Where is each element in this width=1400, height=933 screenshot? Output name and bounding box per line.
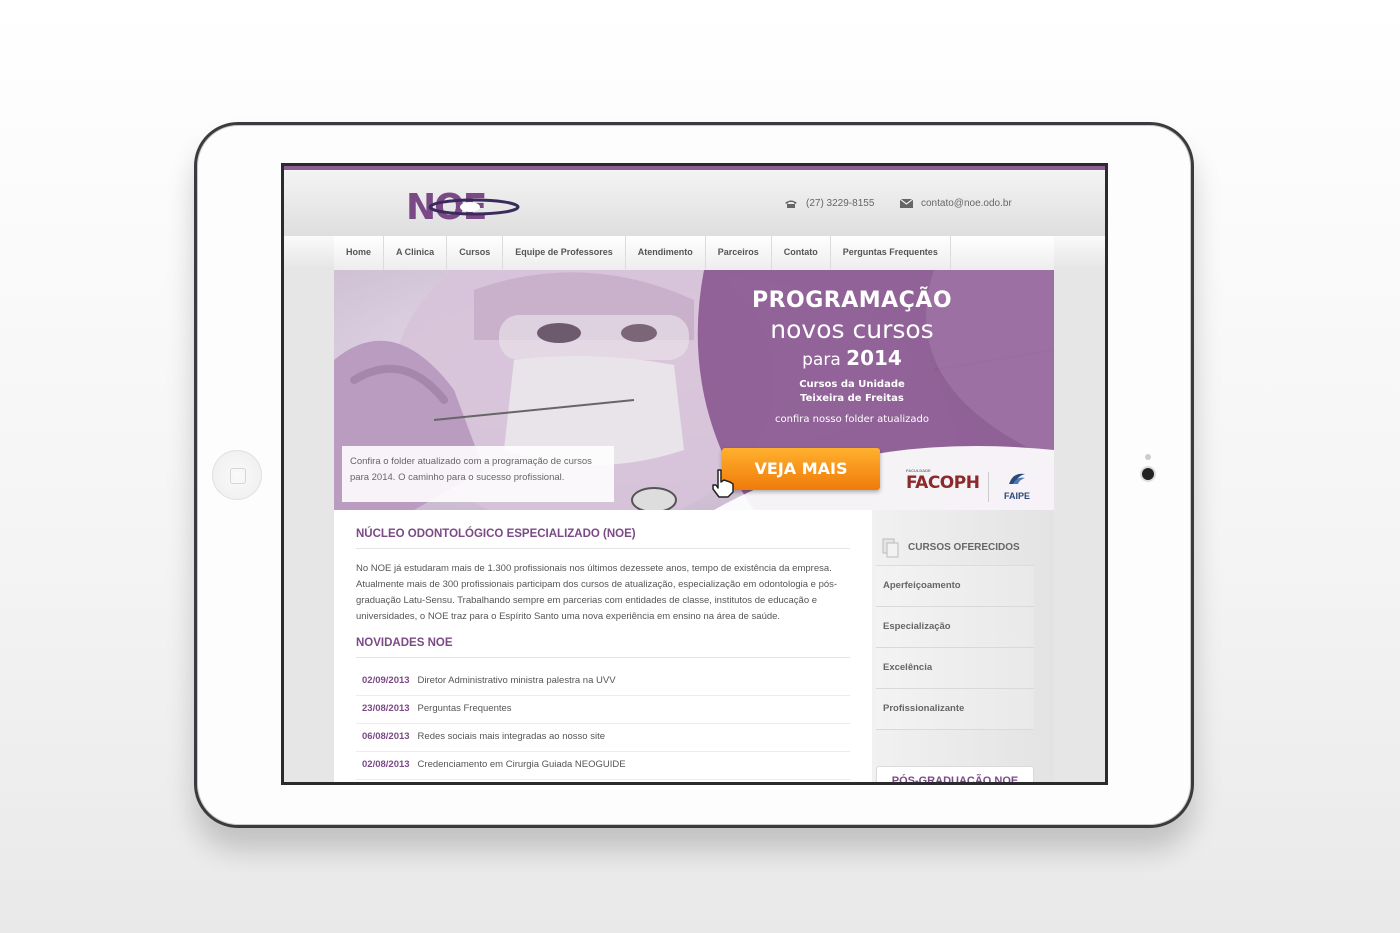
- news-list: 02/09/2013 Diretor Administrativo minist…: [356, 668, 850, 780]
- camera-icon: [1142, 468, 1154, 480]
- pos-graduacao-box[interactable]: PÓS-GRADUAÇÃO NOE: [876, 766, 1034, 782]
- promo-unit-line1: Cursos da Unidade: [799, 379, 905, 390]
- screen: NOE (27) 3229-8155 contato@noe.odo.br Ho…: [281, 163, 1108, 785]
- sidebar-column: CURSOS OFERECIDOS Aperfeiçoamento Especi…: [872, 510, 1054, 782]
- promo-text: PROGRAMAÇÃO novos cursos para 2014 Curso…: [702, 288, 1002, 425]
- nav-bar: Home A Clinica Cursos Equipe de Professo…: [284, 236, 1105, 270]
- veja-mais-button[interactable]: VEJA MAIS: [722, 448, 880, 490]
- email-address[interactable]: contato@noe.odo.br: [921, 198, 1012, 209]
- sidebar-item-especializacao[interactable]: Especialização: [876, 607, 1034, 648]
- hero-caption: Confira o folder atualizado com a progra…: [342, 446, 614, 502]
- promo-year-prefix: para: [802, 350, 841, 370]
- news-title-link[interactable]: Redes sociais mais integradas ao nosso s…: [418, 731, 605, 744]
- mail-icon: [900, 199, 913, 208]
- main-nav: Home A Clinica Cursos Equipe de Professo…: [334, 236, 1054, 270]
- promo-subtitle: novos cursos: [770, 315, 934, 344]
- nav-item-perguntas[interactable]: Perguntas Frequentes: [831, 236, 951, 270]
- news-title: NOVIDADES NOE: [356, 637, 850, 658]
- news-title-link[interactable]: Credenciamento em Cirurgia Guiada NEOGUI…: [418, 759, 626, 772]
- news-title-link[interactable]: Perguntas Frequentes: [418, 703, 512, 716]
- sidebar-header: CURSOS OFERECIDOS: [876, 530, 1034, 566]
- noe-logo[interactable]: NOE: [406, 186, 522, 224]
- nav-item-equipe[interactable]: Equipe de Professores: [503, 236, 626, 270]
- promo-year-number: 2014: [846, 346, 902, 370]
- nav-item-a-clinica[interactable]: A Clinica: [384, 236, 448, 270]
- news-date: 23/08/2013: [362, 703, 410, 714]
- sidebar-item-aperfeicoamento[interactable]: Aperfeiçoamento: [876, 566, 1034, 607]
- sensor-dot: [1145, 454, 1151, 460]
- faipe-label: FAIPE: [1004, 491, 1031, 501]
- courses-sidebar: CURSOS OFERECIDOS Aperfeiçoamento Especi…: [876, 530, 1034, 730]
- nav-item-contato[interactable]: Contato: [772, 236, 831, 270]
- sidebar-title: CURSOS OFERECIDOS: [908, 542, 1020, 553]
- nav-item-home[interactable]: Home: [334, 236, 385, 270]
- site-header: NOE (27) 3229-8155 contato@noe.odo.br: [284, 170, 1105, 236]
- home-square-icon: [230, 468, 246, 484]
- main-column: NÚCLEO ODONTOLÓGICO ESPECIALIZADO (NOE) …: [356, 528, 850, 780]
- news-item[interactable]: 02/08/2013 Credenciamento em Cirurgia Gu…: [356, 752, 850, 780]
- news-item[interactable]: 06/08/2013 Redes sociais mais integradas…: [356, 724, 850, 752]
- phone-number: (27) 3229-8155: [806, 198, 875, 209]
- promo-year: para 2014: [702, 346, 1002, 370]
- promo-folder-text: confira nosso folder atualizado: [775, 414, 929, 425]
- nav-item-parceiros[interactable]: Parceiros: [706, 236, 772, 270]
- news-date: 02/09/2013: [362, 675, 410, 686]
- news-date: 06/08/2013: [362, 731, 410, 742]
- sidebar-item-excelencia[interactable]: Excelência: [876, 648, 1034, 689]
- content-area: NÚCLEO ODONTOLÓGICO ESPECIALIZADO (NOE) …: [334, 510, 1054, 782]
- news-item[interactable]: 23/08/2013 Perguntas Frequentes: [356, 696, 850, 724]
- promo-unit: Cursos da Unidade Teixeira de Freitas: [702, 378, 1002, 406]
- faipe-logo[interactable]: FAIPE: [1004, 470, 1030, 501]
- about-paragraph: No NOE já estudaram mais de 1.300 profis…: [356, 563, 838, 622]
- phone-icon: [785, 200, 797, 208]
- phone-contact: (27) 3229-8155: [784, 198, 874, 209]
- hero-banner: PROGRAMAÇÃO novos cursos para 2014 Curso…: [334, 270, 1054, 510]
- email-contact: contato@noe.odo.br: [900, 198, 1012, 209]
- tablet-home-button: [212, 450, 262, 500]
- sidebar-item-profissionalizante[interactable]: Profissionalizante: [876, 689, 1034, 730]
- partner-logos: FACULDADE FACOPH FAIPE: [894, 468, 1054, 504]
- section-title: NÚCLEO ODONTOLÓGICO ESPECIALIZADO (NOE): [356, 528, 850, 549]
- documents-icon: [882, 538, 899, 557]
- pointer-hand-icon: [712, 469, 734, 498]
- promo-unit-line2: Teixeira de Freitas: [800, 393, 904, 404]
- promo-title: PROGRAMAÇÃO: [751, 288, 953, 313]
- nav-item-atendimento[interactable]: Atendimento: [626, 236, 706, 270]
- facoph-logo[interactable]: FACULDADE FACOPH: [906, 468, 980, 493]
- facoph-label: FACOPH: [906, 473, 980, 493]
- logo-divider: [988, 472, 989, 502]
- news-item[interactable]: 02/09/2013 Diretor Administrativo minist…: [356, 668, 850, 696]
- news-title-link[interactable]: Diretor Administrativo ministra palestra…: [418, 675, 616, 688]
- nav-item-cursos[interactable]: Cursos: [447, 236, 504, 270]
- news-date: 02/08/2013: [362, 759, 410, 770]
- faipe-emblem-icon: [1009, 473, 1025, 484]
